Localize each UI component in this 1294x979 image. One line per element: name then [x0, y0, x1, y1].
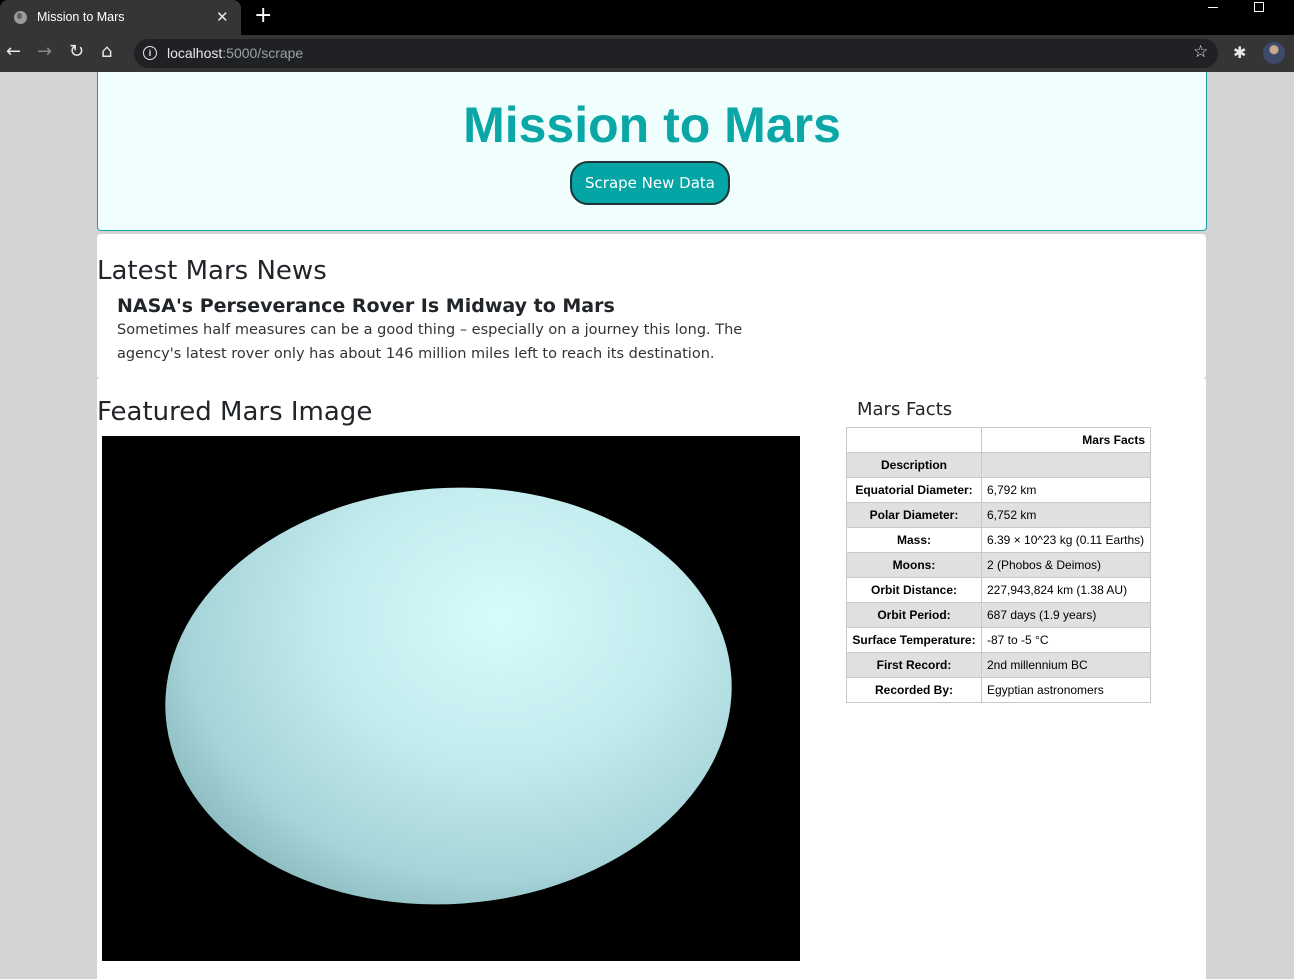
table-header-empty-cell	[846, 427, 982, 453]
table-row: Equatorial Diameter: 6,792 km	[846, 477, 1151, 503]
table-row: Orbit Period: 687 days (1.9 years)	[846, 602, 1151, 628]
fact-value: 687 days (1.9 years)	[981, 602, 1151, 628]
fact-key: First Record:	[846, 652, 982, 678]
maximize-window-icon[interactable]	[1254, 2, 1264, 12]
page-title: Mission to Mars	[463, 97, 841, 153]
extensions-puzzle-icon[interactable]: ✱	[1233, 43, 1246, 62]
fact-key: Moons:	[846, 552, 982, 578]
url-host: localhost	[167, 45, 223, 61]
fact-key: Mass:	[846, 527, 982, 553]
table-row: Polar Diameter: 6,752 km	[846, 502, 1151, 528]
fact-key: Description	[846, 452, 982, 478]
table-row: Orbit Distance: 227,943,824 km (1.38 AU)	[846, 577, 1151, 603]
page-content: Mission to Mars Scrape New Data Latest M…	[0, 72, 1294, 979]
forward-arrow-icon[interactable]: →	[37, 41, 52, 63]
latest-news-panel: Latest Mars News NASA's Perseverance Rov…	[97, 234, 1206, 379]
featured-planet-image	[102, 436, 800, 961]
browser-toolbar: ← → ↻ ⌂ i localhost:5000/scrape ☆ ✱	[0, 35, 1294, 72]
latest-news-heading: Latest Mars News	[97, 256, 327, 286]
reload-icon[interactable]: ↻	[69, 41, 84, 63]
fact-value: 6,752 km	[981, 502, 1151, 528]
fact-value: Egyptian astronomers	[981, 677, 1151, 703]
table-row: Description	[846, 452, 1151, 478]
fact-key: Orbit Distance:	[846, 577, 982, 603]
planet-sphere	[151, 468, 746, 924]
table-row: First Record: 2nd millennium BC	[846, 652, 1151, 678]
bookmark-star-icon[interactable]: ☆	[1193, 42, 1208, 62]
browser-tab[interactable]: Mission to Mars ✕	[0, 0, 241, 35]
jumbotron-header: Mission to Mars Scrape New Data	[97, 72, 1207, 231]
table-header-row: Mars Facts	[846, 427, 1151, 453]
news-paragraph: Sometimes half measures can be a good th…	[117, 322, 743, 362]
table-header-cell: Mars Facts	[981, 427, 1151, 453]
fact-value: 227,943,824 km (1.38 AU)	[981, 577, 1151, 603]
fact-value: 6.39 × 10^23 kg (0.11 Earths)	[981, 527, 1151, 553]
fact-key: Equatorial Diameter:	[846, 477, 982, 503]
table-row: Surface Temperature: -87 to -5 °C	[846, 627, 1151, 653]
fact-value: -87 to -5 °C	[981, 627, 1151, 653]
globe-icon	[14, 11, 27, 24]
table-row: Moons: 2 (Phobos & Deimos)	[846, 552, 1151, 578]
mars-facts-table: Mars Facts Description Equatorial Diamet…	[846, 427, 1151, 703]
fact-value: 2 (Phobos & Deimos)	[981, 552, 1151, 578]
fact-key: Recorded By:	[846, 677, 982, 703]
profile-avatar[interactable]	[1263, 42, 1285, 64]
close-tab-icon[interactable]: ✕	[216, 8, 229, 26]
fact-value	[981, 452, 1151, 478]
browser-tab-strip: Mission to Mars ✕ +	[0, 0, 1294, 35]
url-text[interactable]: localhost:5000/scrape	[167, 45, 303, 61]
home-icon[interactable]: ⌂	[101, 41, 112, 63]
featured-and-facts-panel: Featured Mars Image Mars Facts Mars Fact…	[97, 379, 1206, 979]
mars-facts-heading: Mars Facts	[857, 399, 953, 420]
new-tab-button[interactable]: +	[254, 5, 272, 27]
minimize-window-icon[interactable]	[1208, 7, 1218, 8]
news-headline: NASA's Perseverance Rover Is Midway to M…	[117, 295, 615, 317]
table-row: Recorded By: Egyptian astronomers	[846, 677, 1151, 703]
table-row: Mass: 6.39 × 10^23 kg (0.11 Earths)	[846, 527, 1151, 553]
fact-value: 2nd millennium BC	[981, 652, 1151, 678]
site-info-icon[interactable]: i	[143, 46, 157, 60]
tab-title: Mission to Mars	[37, 10, 125, 24]
url-path: :5000/scrape	[222, 45, 304, 61]
back-arrow-icon[interactable]: ←	[6, 41, 21, 63]
fact-key: Orbit Period:	[846, 602, 982, 628]
fact-value: 6,792 km	[981, 477, 1151, 503]
fact-key: Surface Temperature:	[846, 627, 982, 653]
scrape-new-data-button[interactable]: Scrape New Data	[570, 161, 730, 205]
address-bar[interactable]: i localhost:5000/scrape ☆	[134, 39, 1218, 68]
fact-key: Polar Diameter:	[846, 502, 982, 528]
featured-image-heading: Featured Mars Image	[97, 397, 373, 427]
